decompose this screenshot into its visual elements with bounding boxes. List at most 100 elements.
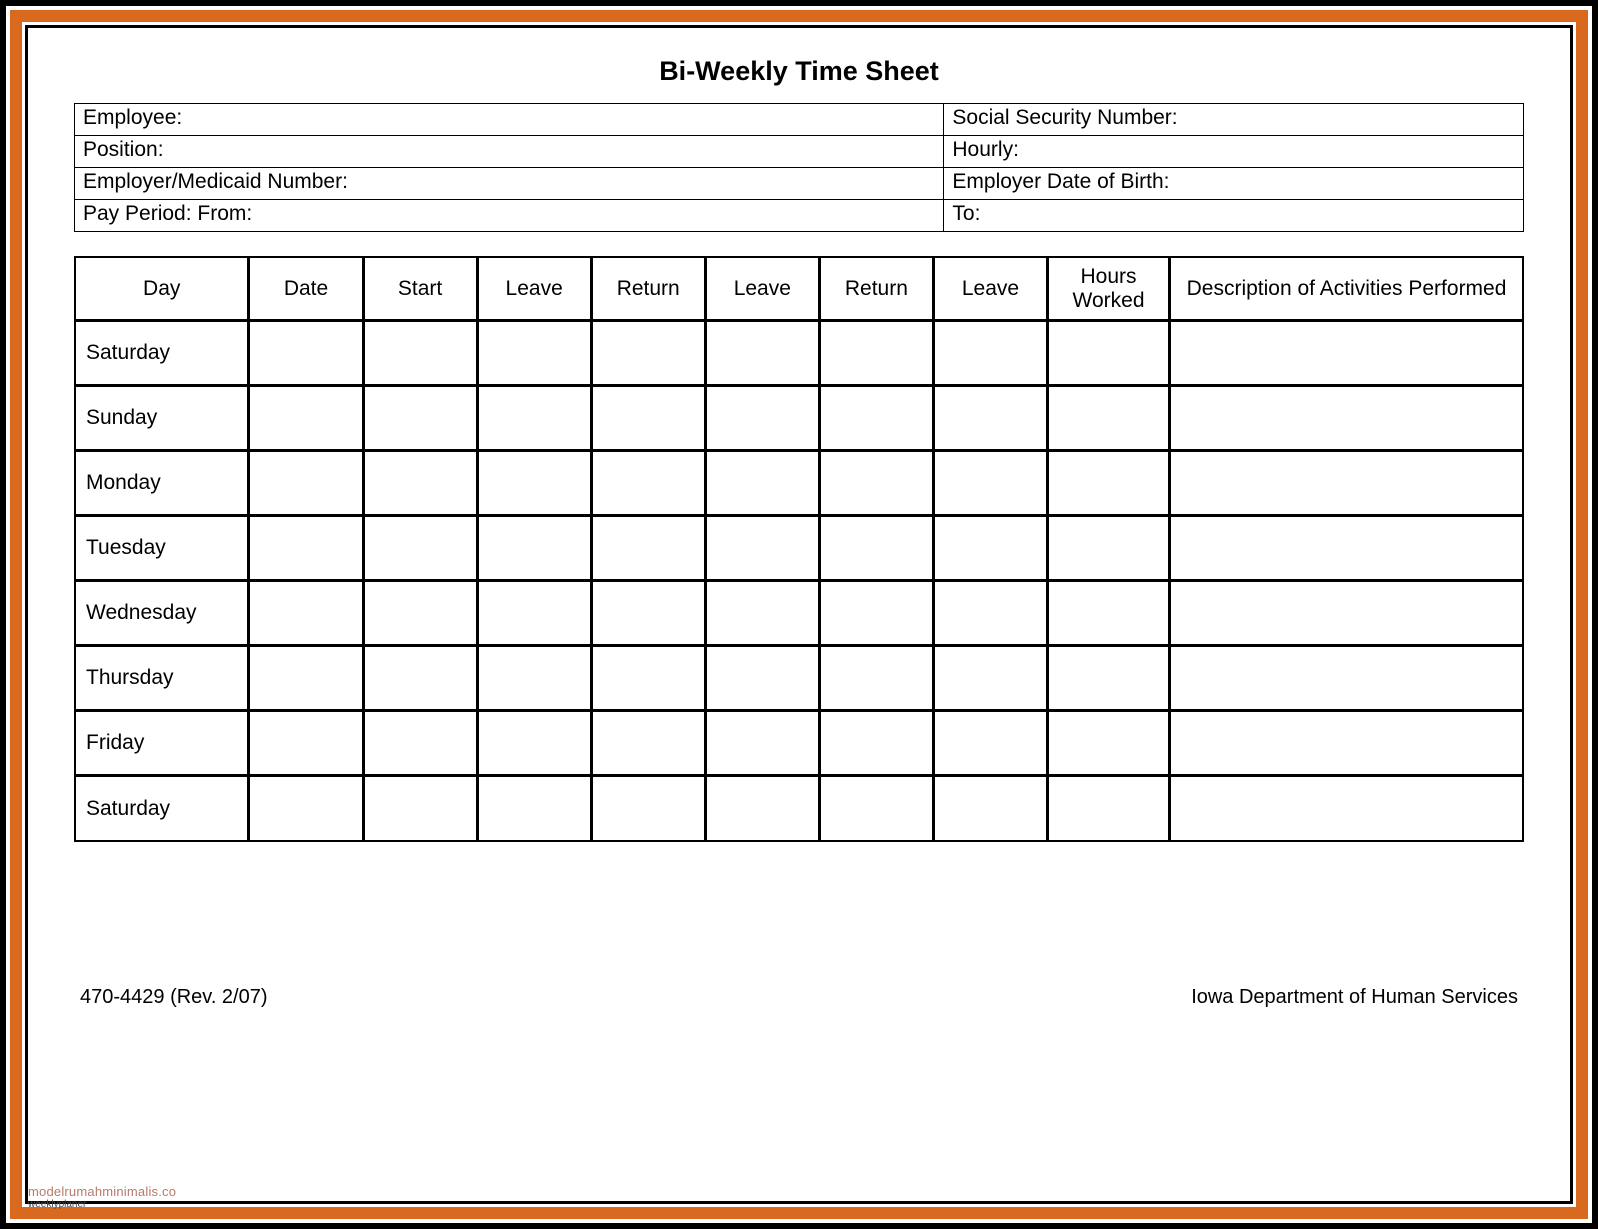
return-cell — [591, 775, 705, 840]
leave-cell — [705, 515, 819, 580]
leave-cell — [705, 775, 819, 840]
leave-cell — [705, 450, 819, 515]
start-cell — [363, 450, 477, 515]
leave-cell — [933, 450, 1047, 515]
table-row: Saturday — [76, 775, 1522, 840]
date-cell — [248, 450, 362, 515]
table-row: Thursday — [76, 645, 1522, 710]
return-cell — [591, 710, 705, 775]
col-description: Description of Activities Performed — [1169, 258, 1522, 320]
leave-cell — [933, 775, 1047, 840]
col-start: Start — [363, 258, 477, 320]
return-cell — [819, 580, 933, 645]
day-cell: Wednesday — [76, 580, 248, 645]
hourly-label: Hourly: — [944, 136, 1524, 168]
hours-worked-cell — [1047, 580, 1169, 645]
employee-label: Employee: — [75, 104, 944, 136]
date-cell — [248, 645, 362, 710]
leave-cell — [705, 645, 819, 710]
table-row: Sunday — [76, 385, 1522, 450]
form-revision: 470-4429 (Rev. 2/07) — [80, 986, 268, 1009]
start-cell — [363, 645, 477, 710]
description-cell — [1169, 710, 1522, 775]
employer-medicaid-label: Employer/Medicaid Number: — [75, 168, 944, 200]
col-return1: Return — [591, 258, 705, 320]
day-cell: Thursday — [76, 645, 248, 710]
leave-cell — [705, 710, 819, 775]
leave-cell — [933, 580, 1047, 645]
col-day: Day — [76, 258, 248, 320]
day-cell: Friday — [76, 710, 248, 775]
day-cell: Saturday — [76, 320, 248, 385]
description-cell — [1169, 515, 1522, 580]
ssn-label: Social Security Number: — [944, 104, 1524, 136]
col-leave3: Leave — [933, 258, 1047, 320]
return-cell — [819, 710, 933, 775]
leave-cell — [705, 385, 819, 450]
hours-worked-cell — [1047, 320, 1169, 385]
col-hours-worked: Hours Worked — [1047, 258, 1169, 320]
table-row: Monday — [76, 450, 1522, 515]
col-return2: Return — [819, 258, 933, 320]
return-cell — [591, 645, 705, 710]
table-row: Friday — [76, 710, 1522, 775]
leave-cell — [705, 320, 819, 385]
description-cell — [1169, 775, 1522, 840]
start-cell — [363, 320, 477, 385]
description-cell — [1169, 450, 1522, 515]
leave-cell — [933, 645, 1047, 710]
position-label: Position: — [75, 136, 944, 168]
leave-cell — [477, 515, 591, 580]
page-title: Bi-Weekly Time Sheet — [74, 56, 1524, 87]
description-cell — [1169, 320, 1522, 385]
col-leave1: Leave — [477, 258, 591, 320]
info-table: Employee: Social Security Number: Positi… — [74, 103, 1524, 232]
leave-cell — [477, 320, 591, 385]
description-cell — [1169, 645, 1522, 710]
start-cell — [363, 385, 477, 450]
leave-cell — [477, 775, 591, 840]
description-cell — [1169, 580, 1522, 645]
start-cell — [363, 580, 477, 645]
pay-period-from-label: Pay Period: From: — [75, 200, 944, 232]
hours-worked-cell — [1047, 775, 1169, 840]
date-cell — [248, 710, 362, 775]
hours-worked-cell — [1047, 385, 1169, 450]
leave-cell — [705, 580, 819, 645]
outer-frame: Bi-Weekly Time Sheet Employee: Social Se… — [0, 0, 1598, 1229]
day-cell: Tuesday — [76, 515, 248, 580]
return-cell — [591, 450, 705, 515]
description-cell — [1169, 385, 1522, 450]
leave-cell — [933, 515, 1047, 580]
day-cell: Saturday — [76, 775, 248, 840]
return-cell — [591, 385, 705, 450]
return-cell — [819, 515, 933, 580]
hours-worked-cell — [1047, 515, 1169, 580]
return-cell — [819, 320, 933, 385]
hours-worked-cell — [1047, 450, 1169, 515]
table-row: Tuesday — [76, 515, 1522, 580]
return-cell — [591, 515, 705, 580]
date-cell — [248, 580, 362, 645]
leave-cell — [933, 710, 1047, 775]
col-date: Date — [248, 258, 362, 320]
timesheet-table: Day Date Start Leave Return Leave Return… — [74, 256, 1524, 842]
start-cell — [363, 515, 477, 580]
leave-cell — [477, 385, 591, 450]
return-cell — [819, 385, 933, 450]
hours-worked-cell — [1047, 645, 1169, 710]
hours-worked-cell — [1047, 710, 1169, 775]
day-cell: Sunday — [76, 385, 248, 450]
col-leave2: Leave — [705, 258, 819, 320]
date-cell — [248, 385, 362, 450]
day-cell: Monday — [76, 450, 248, 515]
agency-name: Iowa Department of Human Services — [1191, 986, 1518, 1009]
table-header-row: Day Date Start Leave Return Leave Return… — [76, 258, 1522, 320]
return-cell — [591, 580, 705, 645]
mid-frame: Bi-Weekly Time Sheet Employee: Social Se… — [10, 10, 1588, 1219]
start-cell — [363, 775, 477, 840]
leave-cell — [933, 385, 1047, 450]
leave-cell — [477, 645, 591, 710]
date-cell — [248, 775, 362, 840]
document-page: Bi-Weekly Time Sheet Employee: Social Se… — [25, 25, 1573, 1204]
